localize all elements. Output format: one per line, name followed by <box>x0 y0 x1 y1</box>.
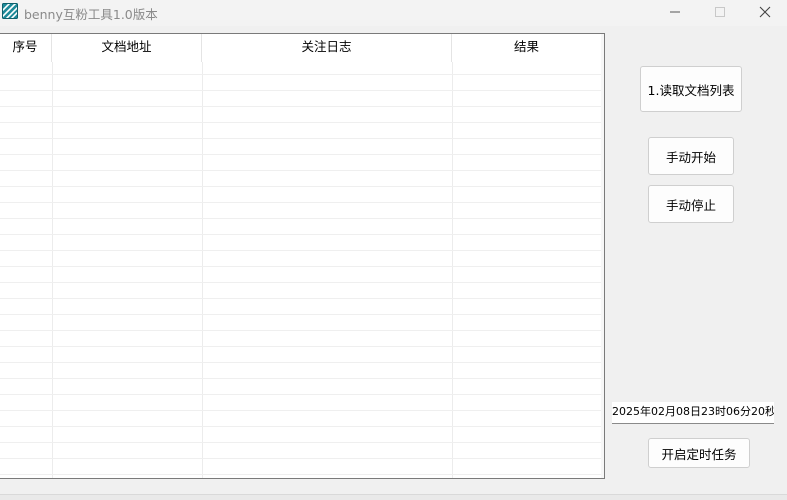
column-header-index[interactable]: 序号 <box>0 34 52 62</box>
column-header-doc-url[interactable]: 文档地址 <box>52 34 202 62</box>
column-header-result[interactable]: 结果 <box>452 34 602 62</box>
grid-row-divider <box>0 410 603 411</box>
grid-column-divider <box>202 62 203 478</box>
main-window: benny互粉工具1.0版本 序号 文档地址 关注日志 结果 1.读取文档列表 … <box>0 0 787 500</box>
grid-row-divider <box>0 154 603 155</box>
grid-column-divider <box>452 62 453 478</box>
grid-row-divider <box>0 90 603 91</box>
grid-row-divider <box>0 458 603 459</box>
grid-row-divider <box>0 346 603 347</box>
grid-row-divider <box>0 426 603 427</box>
manual-start-button[interactable]: 手动开始 <box>648 137 734 175</box>
grid-header: 序号 文档地址 关注日志 结果 <box>0 34 604 62</box>
column-header-follow-log[interactable]: 关注日志 <box>202 34 452 62</box>
grid-row-divider <box>0 122 603 123</box>
minimize-button[interactable] <box>652 0 698 26</box>
start-schedule-button[interactable]: 开启定时任务 <box>648 438 750 468</box>
schedule-datetime-field[interactable]: 2025年02月08日23时06分20秒 <box>612 402 774 424</box>
grid-row-divider <box>0 202 603 203</box>
close-button[interactable] <box>742 0 787 26</box>
grid-row-divider <box>0 362 603 363</box>
grid-row-divider <box>0 330 603 331</box>
grid-row-divider <box>0 218 603 219</box>
grid-row-divider <box>0 378 603 379</box>
grid-row-divider <box>0 474 603 475</box>
grid-row-divider <box>0 314 603 315</box>
grid-row-divider <box>0 74 603 75</box>
status-bar <box>0 494 787 500</box>
grid-column-divider <box>52 62 53 478</box>
grid-row-divider <box>0 138 603 139</box>
grid-row-divider <box>0 106 603 107</box>
grid-scroll-gutter <box>601 34 604 478</box>
minimize-icon <box>669 6 681 21</box>
close-icon <box>759 6 771 21</box>
grid-row-divider <box>0 250 603 251</box>
grid-row-divider <box>0 186 603 187</box>
manual-stop-button[interactable]: 手动停止 <box>648 185 734 223</box>
data-grid[interactable]: 序号 文档地址 关注日志 结果 <box>0 33 605 479</box>
window-title: benny互粉工具1.0版本 <box>24 7 158 22</box>
grid-row-divider <box>0 234 603 235</box>
maximize-icon <box>714 6 726 21</box>
grid-row-divider <box>0 394 603 395</box>
grid-row-divider <box>0 170 603 171</box>
app-logo-icon <box>2 3 18 19</box>
grid-row-divider <box>0 298 603 299</box>
read-doc-list-button[interactable]: 1.读取文档列表 <box>640 66 742 112</box>
title-bar[interactable]: benny互粉工具1.0版本 <box>0 0 787 26</box>
grid-row-divider <box>0 282 603 283</box>
grid-row-divider <box>0 266 603 267</box>
maximize-button[interactable] <box>697 0 743 26</box>
grid-row-divider <box>0 442 603 443</box>
